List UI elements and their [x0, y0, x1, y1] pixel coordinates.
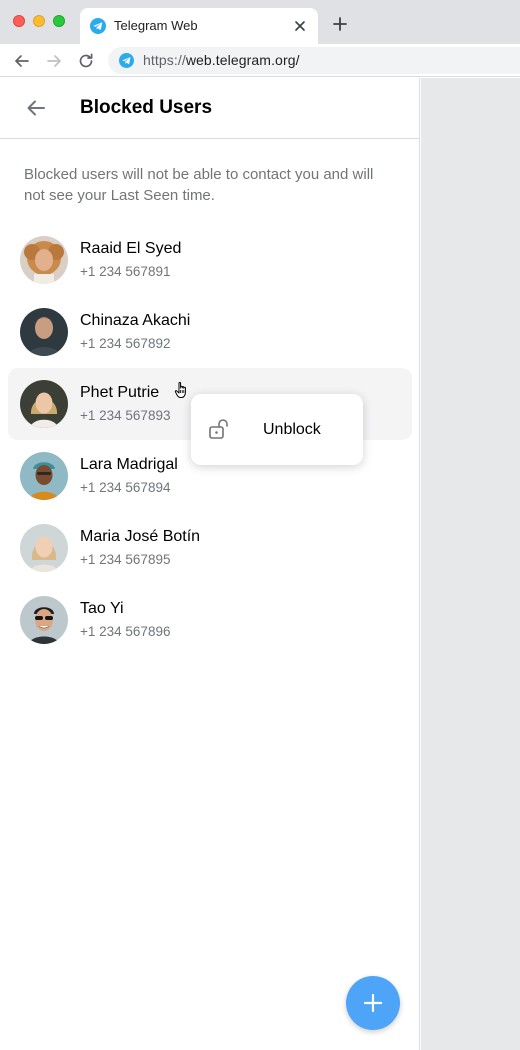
- user-name: Phet Putrie: [80, 384, 160, 401]
- user-name: Tao Yi: [80, 600, 124, 617]
- telegram-icon: [90, 18, 106, 34]
- avatar: [20, 452, 68, 500]
- user-phone: +1 234 567891: [80, 264, 171, 279]
- plus-icon[interactable]: [330, 14, 350, 34]
- user-context-menu: Unblock: [191, 394, 363, 465]
- arrow-right-icon[interactable]: [43, 50, 65, 72]
- close-icon[interactable]: [290, 16, 310, 36]
- url-scheme: https://: [143, 52, 186, 68]
- avatar: [20, 236, 68, 284]
- tab-title: Telegram Web: [114, 18, 198, 33]
- user-phone: +1 234 567893: [80, 408, 171, 423]
- reload-icon[interactable]: [75, 50, 97, 72]
- avatar: [20, 596, 68, 644]
- close-window-button[interactable]: [13, 15, 25, 27]
- telegram-icon: [119, 53, 134, 68]
- telegram-app: Blocked Users Blocked users will not be …: [0, 78, 520, 1050]
- unblock-label: Unblock: [263, 421, 321, 438]
- blocked-users-description: Blocked users will not be able to contac…: [24, 166, 374, 204]
- plus-icon: [363, 993, 383, 1013]
- user-name: Raaid El Syed: [80, 240, 182, 257]
- browser-toolbar: https://web.telegram.org/: [0, 44, 520, 77]
- user-name: Lara Madrigal: [80, 456, 178, 473]
- unlock-icon: [209, 419, 228, 439]
- blocked-user-row[interactable]: Tao Yi +1 234 567896: [8, 584, 412, 656]
- avatar: [20, 524, 68, 572]
- avatar: [20, 308, 68, 356]
- blocked-user-row[interactable]: Raaid El Syed +1 234 567891: [8, 224, 412, 296]
- user-name: Chinaza Akachi: [80, 312, 191, 329]
- header: Blocked Users: [0, 78, 420, 139]
- address-bar[interactable]: https://web.telegram.org/: [108, 47, 520, 74]
- hand-cursor-icon: [174, 382, 186, 398]
- page-title: Blocked Users: [80, 97, 213, 118]
- blocked-user-row[interactable]: Chinaza Akachi +1 234 567892: [8, 296, 412, 368]
- user-phone: +1 234 567894: [80, 480, 171, 495]
- avatar: [20, 380, 68, 428]
- browser-tab-strip: Telegram Web: [0, 0, 520, 44]
- user-name: Maria José Botín: [80, 528, 201, 545]
- unblock-menu-item[interactable]: Unblock: [191, 394, 363, 465]
- url-text: https://web.telegram.org/: [143, 52, 300, 68]
- arrow-left-icon[interactable]: [11, 50, 33, 72]
- url-host: web.telegram.org/: [185, 52, 300, 68]
- add-blocked-user-button[interactable]: [346, 976, 400, 1030]
- user-phone: +1 234 567892: [80, 336, 171, 351]
- user-phone: +1 234 567895: [80, 552, 171, 567]
- blocked-user-row[interactable]: Maria José Botín +1 234 567895: [8, 512, 412, 584]
- empty-right-panel: [421, 78, 520, 1050]
- browser-tab[interactable]: Telegram Web: [80, 8, 318, 44]
- left-panel: Blocked Users Blocked users will not be …: [0, 78, 420, 1050]
- back-arrow-icon[interactable]: [20, 92, 52, 124]
- minimize-window-button[interactable]: [33, 15, 45, 27]
- maximize-window-button[interactable]: [53, 15, 65, 27]
- user-phone: +1 234 567896: [80, 624, 171, 639]
